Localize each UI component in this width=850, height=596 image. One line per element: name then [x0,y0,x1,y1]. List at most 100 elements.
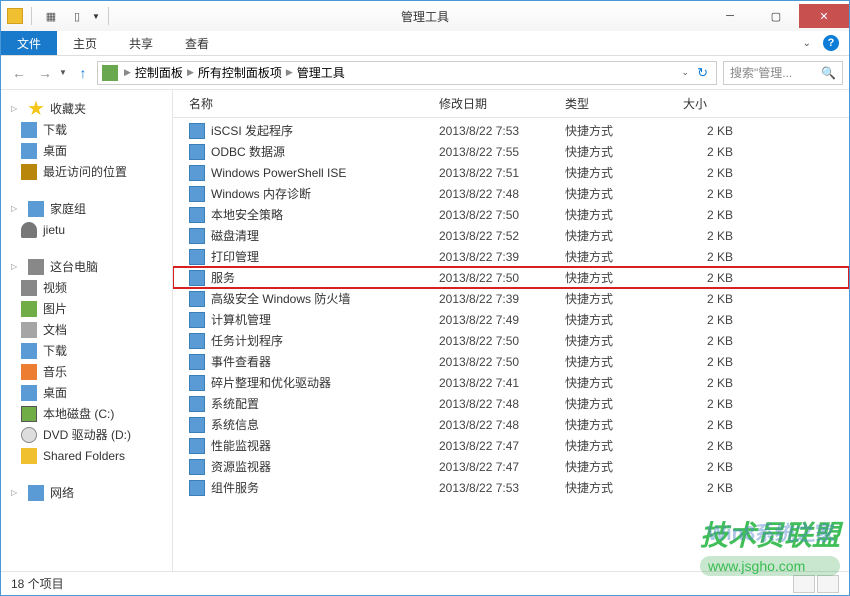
shortcut-icon [189,480,205,496]
picture-icon [21,301,37,317]
computer-icon [28,259,44,275]
shortcut-icon [189,396,205,412]
tree-recent[interactable]: 最近访问的位置 [1,161,172,182]
file-row[interactable]: Windows PowerShell ISE 2013/8/22 7:51 快捷… [173,162,849,183]
file-row[interactable]: 系统配置 2013/8/22 7:48 快捷方式 2 KB [173,393,849,414]
qat-dropdown[interactable]: ▼ [92,12,100,20]
minimize-button[interactable]: ─ [707,4,753,28]
app-icon [7,8,23,24]
music-icon [21,364,37,380]
file-size: 2 KB [683,292,743,306]
tree-shared[interactable]: Shared Folders [1,445,172,466]
folder-icon [21,448,37,464]
breadcrumb-item[interactable]: 管理工具 [297,64,345,81]
file-row[interactable]: 任务计划程序 2013/8/22 7:50 快捷方式 2 KB [173,330,849,351]
tree-user[interactable]: jietu [1,219,172,240]
file-size: 2 KB [683,145,743,159]
tab-file[interactable]: 文件 [1,31,57,55]
qat-properties[interactable]: ▦ [40,5,62,27]
column-name[interactable]: 名称 [189,95,439,112]
file-date: 2013/8/22 7:49 [439,313,565,327]
file-name: 打印管理 [211,248,439,265]
file-row[interactable]: 碎片整理和优化驱动器 2013/8/22 7:41 快捷方式 2 KB [173,372,849,393]
tree-videos[interactable]: 视频 [1,277,172,298]
file-date: 2013/8/22 7:50 [439,208,565,222]
desktop-icon [21,143,37,159]
file-row[interactable]: 高级安全 Windows 防火墙 2013/8/22 7:39 快捷方式 2 K… [173,288,849,309]
file-row[interactable]: 计算机管理 2013/8/22 7:49 快捷方式 2 KB [173,309,849,330]
column-type[interactable]: 类型 [565,95,683,112]
user-icon [21,222,37,238]
breadcrumb-item[interactable]: 控制面板 [135,64,183,81]
video-icon [21,280,37,296]
tree-computer[interactable]: 这台电脑 [1,256,172,277]
ribbon-expand-icon[interactable]: ⌄ [803,38,811,49]
back-button[interactable]: ← [7,61,31,85]
tree-downloads2[interactable]: 下载 [1,340,172,361]
file-row[interactable]: 组件服务 2013/8/22 7:53 快捷方式 2 KB [173,477,849,498]
tree-dvd[interactable]: DVD 驱动器 (D:) [1,424,172,445]
file-date: 2013/8/22 7:47 [439,460,565,474]
qat-newfolder[interactable]: ▯ [66,5,88,27]
help-icon[interactable]: ? [823,35,839,51]
file-row[interactable]: 系统信息 2013/8/22 7:48 快捷方式 2 KB [173,414,849,435]
file-row[interactable]: 磁盘清理 2013/8/22 7:52 快捷方式 2 KB [173,225,849,246]
tree-network[interactable]: 网络 [1,482,172,503]
refresh-icon[interactable]: ↻ [697,65,708,81]
file-date: 2013/8/22 7:48 [439,187,565,201]
tab-view[interactable]: 查看 [169,31,225,55]
shortcut-icon [189,312,205,328]
file-row[interactable]: ODBC 数据源 2013/8/22 7:55 快捷方式 2 KB [173,141,849,162]
tree-pictures[interactable]: 图片 [1,298,172,319]
column-date[interactable]: 修改日期 [439,95,565,112]
forward-button[interactable]: → [33,61,57,85]
file-row[interactable]: Windows 内存诊断 2013/8/22 7:48 快捷方式 2 KB [173,183,849,204]
tree-downloads[interactable]: 下载 [1,119,172,140]
tree-desktop2[interactable]: 桌面 [1,382,172,403]
file-date: 2013/8/22 7:50 [439,271,565,285]
maximize-button[interactable]: ▢ [753,4,799,28]
tree-desktop[interactable]: 桌面 [1,140,172,161]
up-button[interactable]: ↑ [71,61,95,85]
file-size: 2 KB [683,250,743,264]
history-dropdown[interactable]: ▼ [59,68,69,77]
titlebar: ▦ ▯ ▼ 管理工具 ─ ▢ ✕ [1,1,849,31]
shortcut-icon [189,165,205,181]
file-row[interactable]: 打印管理 2013/8/22 7:39 快捷方式 2 KB [173,246,849,267]
file-name: ODBC 数据源 [211,143,439,160]
tree-disk-c[interactable]: 本地磁盘 (C:) [1,403,172,424]
file-size: 2 KB [683,208,743,222]
tab-home[interactable]: 主页 [57,31,113,55]
file-row[interactable]: 事件查看器 2013/8/22 7:50 快捷方式 2 KB [173,351,849,372]
search-input[interactable]: 搜索"管理... 🔍 [723,61,843,85]
breadcrumb-dropdown-icon[interactable]: ⌄ [682,67,690,78]
file-name: Windows PowerShell ISE [211,166,439,180]
file-row[interactable]: 资源监视器 2013/8/22 7:47 快捷方式 2 KB [173,456,849,477]
close-button[interactable]: ✕ [799,4,849,28]
column-size[interactable]: 大小 [683,95,743,112]
breadcrumb-item[interactable]: 所有控制面板项 [198,64,282,81]
tab-share[interactable]: 共享 [113,31,169,55]
file-date: 2013/8/22 7:53 [439,481,565,495]
file-date: 2013/8/22 7:52 [439,229,565,243]
file-type: 快捷方式 [565,479,683,496]
document-icon [21,322,37,338]
breadcrumb[interactable]: ▶ 控制面板 ▶ 所有控制面板项 ▶ 管理工具 ⌄ ↻ [97,61,717,85]
view-icons-button[interactable] [817,575,839,593]
shortcut-icon [189,186,205,202]
file-row[interactable]: 性能监视器 2013/8/22 7:47 快捷方式 2 KB [173,435,849,456]
tree-favorites[interactable]: 收藏夹 [1,98,172,119]
shortcut-icon [189,291,205,307]
tree-homegroup[interactable]: 家庭组 [1,198,172,219]
file-row[interactable]: 本地安全策略 2013/8/22 7:50 快捷方式 2 KB [173,204,849,225]
file-row[interactable]: iSCSI 发起程序 2013/8/22 7:53 快捷方式 2 KB [173,120,849,141]
file-type: 快捷方式 [565,206,683,223]
favorites-icon [28,101,44,117]
view-details-button[interactable] [793,575,815,593]
tree-documents[interactable]: 文档 [1,319,172,340]
file-type: 快捷方式 [565,311,683,328]
file-row[interactable]: 服务 2013/8/22 7:50 快捷方式 2 KB [173,267,849,288]
shortcut-icon [189,333,205,349]
file-name: 资源监视器 [211,458,439,475]
tree-music[interactable]: 音乐 [1,361,172,382]
